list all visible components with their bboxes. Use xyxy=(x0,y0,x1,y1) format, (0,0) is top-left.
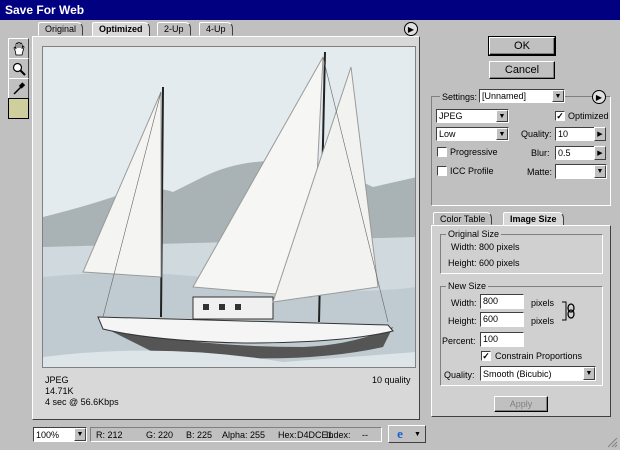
new-width-field[interactable]: 800 xyxy=(480,294,524,309)
sailboat-image xyxy=(43,47,415,367)
blur-slider-button[interactable]: ▶ xyxy=(594,146,606,160)
arrow-right-icon: ▶ xyxy=(595,92,603,102)
optimized-checkbox[interactable]: ✓ xyxy=(555,111,565,121)
tab-image-size[interactable]: Image Size xyxy=(503,212,564,226)
icc-profile-label: ICC Profile xyxy=(450,166,494,176)
height-unit-label: pixels xyxy=(531,316,555,326)
original-height: Height: 600 pixels xyxy=(448,258,520,268)
tab-color-table[interactable]: Color Table xyxy=(433,212,493,225)
quality-slider-button[interactable]: ▶ xyxy=(594,127,606,141)
format-value: JPEG xyxy=(439,111,463,121)
preview-in-browser-button[interactable]: e ▼ xyxy=(388,425,426,443)
resample-quality-label: Quality: xyxy=(444,370,475,380)
resample-quality-select[interactable]: Smooth (Bicubic) ▼ xyxy=(480,366,596,381)
cancel-button[interactable]: Cancel xyxy=(489,61,555,79)
image-quality-readout: 10 quality xyxy=(372,375,411,385)
chevron-down-icon: ▼ xyxy=(496,128,508,140)
optimized-label: Optimized xyxy=(568,111,609,121)
zoom-value: 100% xyxy=(36,429,60,440)
width-unit-label: pixels xyxy=(531,298,555,308)
hand-tool-button[interactable] xyxy=(8,38,29,59)
image-file-size: 14.71K xyxy=(45,386,74,396)
chevron-down-icon: ▼ xyxy=(414,430,421,438)
tab-original[interactable]: Original xyxy=(38,22,84,36)
quality-field[interactable]: 10 xyxy=(555,127,595,141)
new-height-field[interactable]: 600 xyxy=(480,312,524,327)
original-size-group xyxy=(440,234,603,274)
magnifier-icon xyxy=(12,62,26,76)
arrow-right-icon: ▶ xyxy=(597,131,603,138)
apply-button[interactable]: Apply xyxy=(494,396,548,412)
chevron-down-icon: ▼ xyxy=(594,165,606,178)
tab-4-up[interactable]: 4-Up xyxy=(199,22,233,36)
chevron-down-icon: ▼ xyxy=(496,110,508,122)
window-title: Save For Web xyxy=(0,0,620,20)
matte-select[interactable]: ▼ xyxy=(555,164,607,179)
optimized-image-preview[interactable] xyxy=(42,46,416,368)
new-width-label: Width: xyxy=(451,298,477,308)
image-format: JPEG xyxy=(45,375,69,385)
quality-preset-value: Low xyxy=(439,129,456,139)
settings-label: Settings: xyxy=(440,92,480,102)
alpha-readout: Alpha: 255 xyxy=(222,430,266,440)
resample-quality-value: Smooth (Bicubic) xyxy=(483,368,552,379)
index-value: -- xyxy=(362,430,368,440)
eyedropper-icon xyxy=(12,81,25,95)
eyedropper-tool-button[interactable] xyxy=(8,78,29,99)
index-label: Index: xyxy=(326,430,351,440)
percent-field[interactable]: 100 xyxy=(480,332,524,347)
original-size-heading: Original Size xyxy=(446,229,502,239)
tab-optimized[interactable]: Optimized xyxy=(92,22,150,37)
view-menu-button[interactable]: ▶ xyxy=(404,22,418,36)
ok-button[interactable]: OK xyxy=(488,36,556,56)
download-time: 4 sec @ 56.6Kbps xyxy=(45,397,119,407)
blue-readout: B: 225 xyxy=(186,430,213,440)
blur-field[interactable]: 0.5 xyxy=(555,146,595,160)
settings-preset-select[interactable]: [Unnamed] ▼ xyxy=(479,89,565,103)
blur-label: Blur: xyxy=(531,148,550,158)
chevron-down-icon: ▼ xyxy=(583,367,595,380)
quality-label: Quality: xyxy=(521,129,552,139)
green-readout: G: 220 xyxy=(146,430,174,440)
new-size-heading: New Size xyxy=(446,281,489,291)
percent-label: Percent: xyxy=(442,336,476,346)
zoom-select[interactable]: 100% ▼ xyxy=(33,427,87,442)
matte-label: Matte: xyxy=(527,167,553,177)
original-width: Width: 800 pixels xyxy=(451,242,520,252)
tab-2-up[interactable]: 2-Up xyxy=(157,22,191,36)
settings-menu-button[interactable]: ▶ xyxy=(592,90,606,104)
constrain-link-icon xyxy=(560,300,576,322)
new-height-label: Height: xyxy=(448,316,477,326)
chevron-down-icon: ▼ xyxy=(552,90,564,102)
zoom-tool-button[interactable] xyxy=(8,58,29,79)
progressive-label: Progressive xyxy=(450,147,498,157)
quality-preset-select[interactable]: Low ▼ xyxy=(436,127,509,141)
settings-preset-value: [Unnamed] xyxy=(482,91,527,101)
red-readout: R: 212 xyxy=(96,430,123,440)
arrow-right-icon: ▶ xyxy=(407,24,415,34)
chevron-down-icon: ▼ xyxy=(74,428,86,441)
progressive-checkbox[interactable] xyxy=(437,147,447,157)
eyedropper-color-swatch[interactable] xyxy=(8,98,29,119)
browser-icon: e xyxy=(397,426,403,441)
hand-icon xyxy=(13,41,24,55)
constrain-proportions-checkbox[interactable]: ✓ xyxy=(481,351,491,361)
arrow-right-icon: ▶ xyxy=(597,150,603,157)
hex-label: Hex: xyxy=(278,430,297,440)
resize-grip-icon[interactable] xyxy=(606,436,618,448)
icc-profile-checkbox[interactable] xyxy=(437,166,447,176)
format-select[interactable]: JPEG ▼ xyxy=(436,109,509,123)
constrain-proportions-label: Constrain Proportions xyxy=(495,351,583,361)
